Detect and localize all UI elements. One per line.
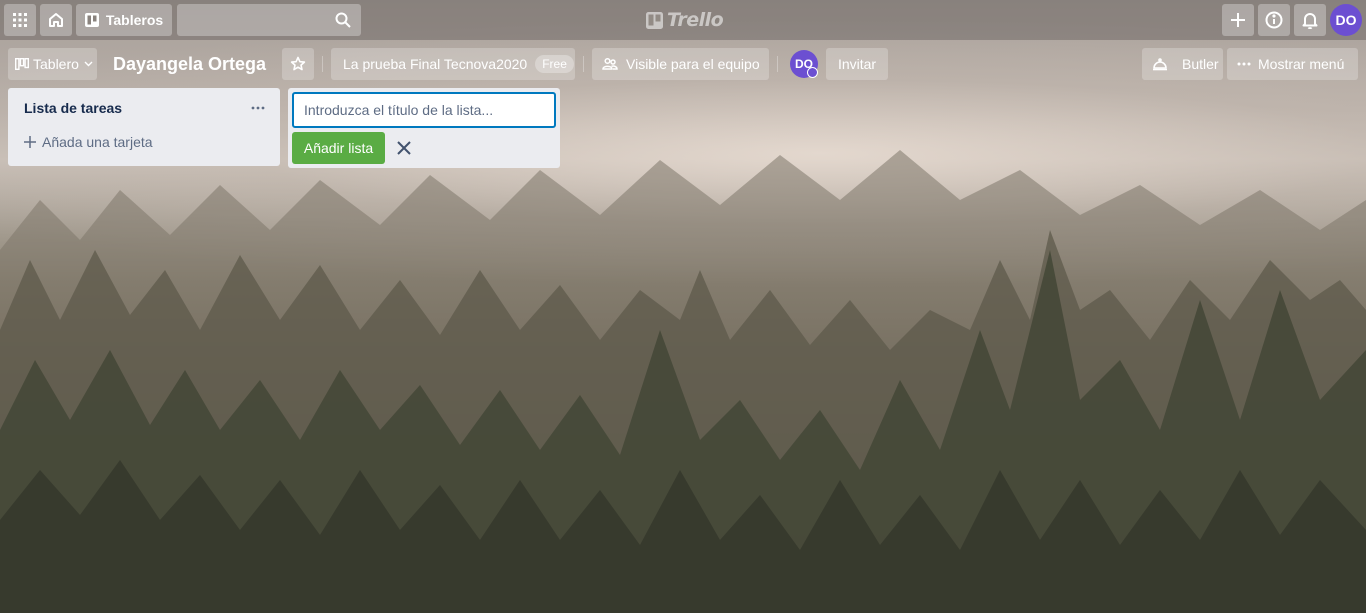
star-board-button[interactable] [282, 48, 314, 80]
bell-icon [1302, 13, 1318, 29]
plus-icon [24, 136, 36, 148]
visibility-label: Visible para el equipo [626, 56, 760, 72]
trello-logo-icon [646, 11, 663, 29]
invite-label: Invitar [837, 56, 877, 72]
home-button[interactable] [40, 4, 72, 36]
butler-label: Butler [1182, 56, 1219, 72]
star-icon [290, 56, 306, 71]
user-initials: DO [1335, 12, 1357, 28]
view-switcher-label: Tablero [33, 56, 79, 72]
grid-icon [13, 13, 27, 27]
home-icon [49, 13, 63, 27]
notifications-button[interactable] [1294, 4, 1326, 36]
board-view-icon [15, 58, 29, 70]
list-title-input[interactable] [292, 92, 556, 128]
list-title[interactable]: Lista de tareas [24, 100, 122, 116]
info-button[interactable] [1258, 4, 1290, 36]
add-card-label: Añada una tarjeta [42, 134, 153, 150]
header-divider [322, 56, 323, 72]
plus-icon [1231, 13, 1245, 27]
boards-label: Tableros [105, 12, 164, 28]
apps-switcher-button[interactable] [4, 4, 36, 36]
top-nav-bar: Tableros Trello DO [0, 0, 1366, 40]
close-icon [397, 141, 411, 155]
list-menu-button[interactable] [246, 96, 270, 120]
trello-logo[interactable]: Trello [646, 9, 724, 31]
butler-icon [1153, 58, 1167, 71]
chevron-down-icon [84, 61, 93, 67]
info-icon [1265, 11, 1283, 29]
create-button[interactable] [1222, 4, 1254, 36]
team-button[interactable]: La prueba Final Tecnova2020 Free [331, 48, 575, 80]
header-divider [777, 56, 778, 72]
add-card-button[interactable]: Añada una tarjeta [24, 134, 153, 150]
board-header: Tablero Dayangela Ortega La prueba Final… [0, 40, 1366, 88]
plan-badge: Free [535, 55, 574, 73]
visibility-button[interactable]: Visible para el equipo [592, 48, 769, 80]
close-composer-button[interactable] [392, 136, 416, 160]
team-visibility-icon [602, 57, 618, 70]
search-icon [335, 12, 351, 28]
add-list-composer: Añadir lista [288, 88, 560, 168]
add-list-button[interactable]: Añadir lista [292, 132, 385, 164]
view-switcher-button[interactable]: Tablero [8, 48, 97, 80]
butler-button[interactable]: Butler [1142, 48, 1223, 80]
team-name: La prueba Final Tecnova2020 [343, 56, 528, 72]
board-title[interactable]: Dayangela Ortega [113, 54, 266, 75]
logo-text: Trello [667, 9, 724, 31]
search-input[interactable] [177, 4, 361, 36]
show-menu-button[interactable]: Mostrar menú [1227, 48, 1358, 80]
header-divider [583, 56, 584, 72]
more-horizontal-icon [251, 106, 265, 110]
more-horizontal-icon [1237, 62, 1251, 66]
boards-button[interactable]: Tableros [76, 4, 172, 36]
admin-badge-icon [807, 67, 818, 78]
invite-button[interactable]: Invitar [826, 48, 888, 80]
list-lista-de-tareas: Lista de tareas Añada una tarjeta [8, 88, 280, 166]
show-menu-label: Mostrar menú [1258, 56, 1345, 72]
boards-icon [84, 13, 99, 27]
user-avatar[interactable]: DO [1330, 4, 1362, 36]
